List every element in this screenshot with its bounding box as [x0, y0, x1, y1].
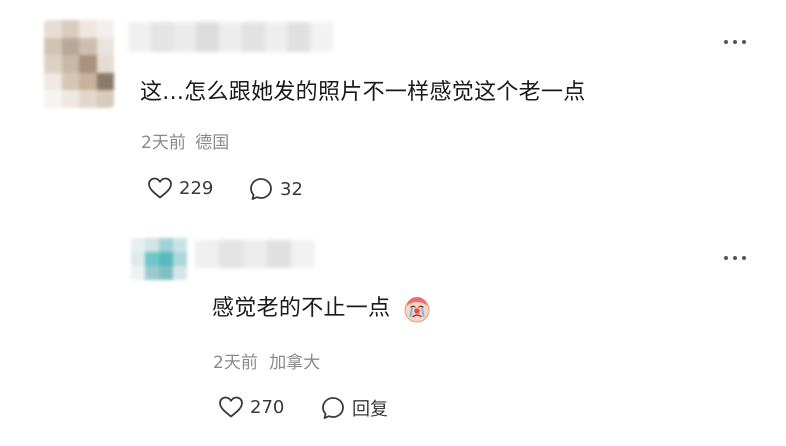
reply-avatar[interactable]: [131, 238, 187, 280]
speech-bubble-icon: [250, 178, 272, 200]
crying-clown-icon: [404, 297, 430, 323]
like-count: 229: [179, 177, 214, 199]
reply-username-blurred[interactable]: [195, 240, 315, 268]
more-dots-icon: [724, 40, 728, 44]
heart-outline-icon: [148, 177, 172, 199]
comment-text: 这...怎么跟她发的照片不一样感觉这个老一点: [140, 80, 586, 105]
reply-text: 感觉老的不止一点: [212, 296, 391, 321]
avatar[interactable]: [44, 20, 114, 108]
reply-meta: 2天前 加拿大: [213, 348, 320, 373]
reply-like-button[interactable]: 270: [218, 395, 284, 419]
more-dots-icon: [724, 256, 728, 260]
comment-time: 2天前: [141, 133, 186, 153]
reply-count: 32: [280, 178, 303, 200]
more-options-button[interactable]: [724, 40, 746, 44]
reply-location: 加拿大: [269, 353, 321, 373]
heart-outline-icon: [219, 396, 243, 418]
comment-location: 德国: [195, 133, 230, 153]
username-blurred[interactable]: [128, 22, 333, 52]
comment-meta: 2天前 德国: [141, 128, 229, 153]
reply-button[interactable]: 回复: [320, 395, 388, 421]
replies-button[interactable]: 32: [248, 176, 303, 202]
reply-like-count: 270: [250, 396, 285, 418]
reply-time: 2天前: [213, 353, 258, 373]
reply-text-row: 感觉老的不止一点: [212, 290, 432, 324]
reply-label: 回复: [352, 399, 388, 420]
reply-more-options-button[interactable]: [724, 256, 746, 260]
like-button[interactable]: 229: [147, 176, 213, 200]
speech-bubble-icon: [322, 397, 344, 419]
